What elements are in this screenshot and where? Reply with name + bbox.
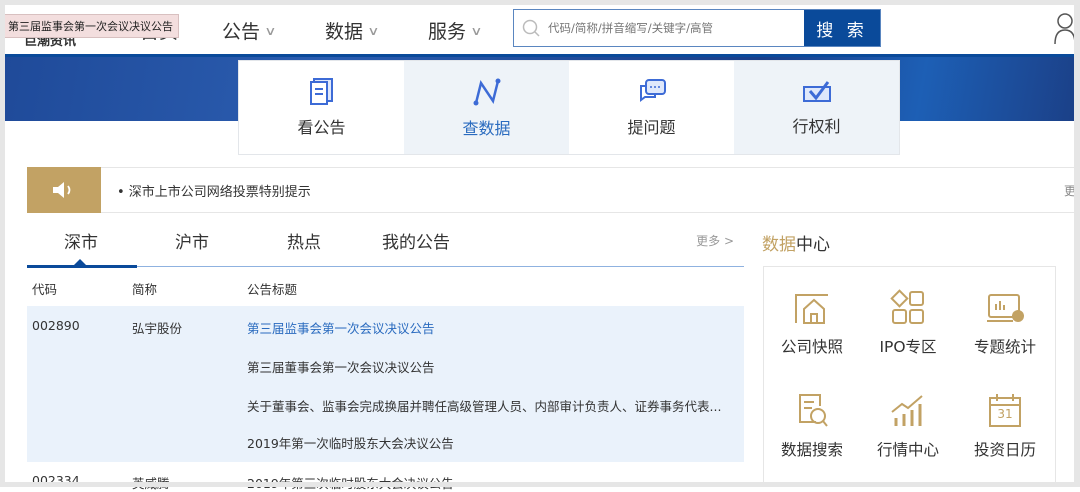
card-exercise-rights[interactable]: 行权利: [734, 61, 899, 154]
header: 巨潮资讯 第三届监事会第一次会议决议公告 首页 公告∨ 数据∨ 服务∨ 搜 索: [0, 0, 1080, 57]
notice-bar: • 深市上市公司网络投票特别提示 更: [27, 167, 1080, 213]
chevron-down-icon: ∨: [367, 23, 380, 38]
card-query-data[interactable]: 查数据: [404, 61, 569, 154]
more-link[interactable]: 更多 >: [696, 232, 734, 249]
tooltip: 第三届监事会第一次会议决议公告: [2, 14, 179, 38]
search-input[interactable]: [548, 10, 804, 46]
item-market-center[interactable]: 行情中心: [860, 392, 956, 460]
row-code: 002890: [32, 318, 80, 333]
tab-my-announcements[interactable]: 我的公告: [382, 228, 450, 253]
speaker-icon: [27, 167, 101, 213]
item-company-snapshot[interactable]: 公司快照: [764, 289, 860, 357]
document-search-icon: [799, 394, 828, 427]
stats-screen-icon: [987, 294, 1024, 322]
tab-hot[interactable]: 热点: [287, 228, 321, 253]
item-topic-stats[interactable]: 专题统计: [957, 289, 1053, 357]
row-name[interactable]: 弘宇股份: [132, 318, 182, 337]
announcement-link[interactable]: 第三届董事会第一次会议决议公告: [247, 357, 435, 376]
data-center-title: 数据中心: [762, 235, 830, 255]
announcement-link[interactable]: 第三届监事会第一次会议决议公告: [247, 318, 435, 337]
item-ipo[interactable]: IPO专区: [860, 289, 956, 357]
chat-icon: [639, 78, 666, 102]
item-data-search[interactable]: 数据搜索: [764, 392, 860, 460]
vote-check-icon: [802, 80, 831, 102]
search-button[interactable]: 搜 索: [804, 10, 880, 46]
card-view-announcements[interactable]: 看公告: [239, 61, 404, 154]
grid-icon: [890, 289, 924, 324]
chevron-down-icon: ∨: [264, 23, 277, 38]
search-icon: [514, 10, 548, 46]
nav-services[interactable]: 服务 ∨: [428, 17, 483, 44]
header-title: 公告标题: [247, 282, 298, 297]
line-chart-icon: [473, 78, 500, 105]
announcement-link[interactable]: 关于董事会、监事会完成换届并聘任高级管理人员、内部审计负责人、证券事务代表...: [247, 396, 721, 415]
user-icon[interactable]: [1053, 12, 1077, 46]
card-ask-question[interactable]: 提问题: [569, 61, 734, 154]
nav-data[interactable]: 数据 ∨: [325, 17, 380, 44]
header-code: 代码: [32, 282, 58, 297]
data-center-grid: 公司快照 IPO专区 专题统计 数据搜索 行情中心 31 投资日历: [763, 266, 1056, 487]
calendar-icon: 31: [985, 392, 1025, 430]
market-tabs: 深市 沪市 热点 我的公告 更多 >: [27, 222, 744, 268]
active-tab-indicator: [27, 259, 137, 268]
notice-link[interactable]: • 深市上市公司网络投票特别提示: [117, 181, 311, 200]
trend-bars-icon: [891, 395, 923, 426]
row-code: 002334: [32, 473, 80, 488]
search-bar: 搜 索: [513, 9, 881, 47]
item-investment-calendar[interactable]: 31 投资日历: [957, 392, 1053, 460]
chevron-down-icon: ∨: [470, 23, 483, 38]
nav-announcements[interactable]: 公告 ∨: [222, 17, 277, 44]
tab-shenzhen[interactable]: 深市: [64, 228, 98, 253]
quick-cards: 看公告 查数据 提问题 行权利: [238, 60, 900, 155]
header-name: 简称: [132, 282, 158, 297]
announcement-link[interactable]: 2019年第三次临时股东大会决议公告: [247, 473, 454, 492]
announcement-link[interactable]: 2019年第一次临时股东大会决议公告: [247, 433, 454, 452]
document-icon: [309, 77, 333, 105]
house-icon: [795, 294, 828, 324]
row-name[interactable]: 英威腾: [132, 473, 170, 492]
tab-shanghai[interactable]: 沪市: [175, 228, 209, 253]
notice-more-link[interactable]: 更: [1064, 182, 1076, 199]
